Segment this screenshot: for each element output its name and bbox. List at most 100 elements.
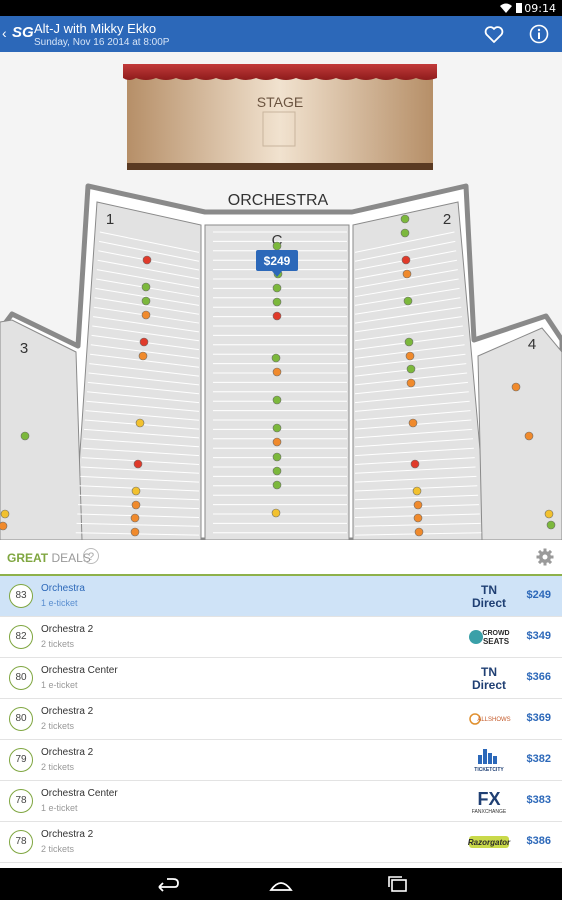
- listing-section: Orchestra Center: [41, 788, 118, 799]
- seat-dot[interactable]: [401, 255, 411, 265]
- status-bar: 09:14: [0, 0, 562, 16]
- seat-dot[interactable]: [410, 459, 420, 469]
- seat-dot[interactable]: [544, 509, 554, 519]
- seat-dot[interactable]: [271, 508, 281, 518]
- seat-dot[interactable]: [141, 310, 151, 320]
- seat-dot[interactable]: [414, 527, 424, 537]
- listing-row[interactable]: 79 Orchestra 2 2 tickets TICKETCITY $382: [0, 740, 562, 781]
- seat-dot[interactable]: [400, 214, 410, 224]
- seat-dot[interactable]: [142, 255, 152, 265]
- seat-dot[interactable]: [272, 437, 282, 447]
- seat-dot[interactable]: [0, 521, 8, 531]
- seat-dot[interactable]: [272, 452, 282, 462]
- seat-dot[interactable]: [135, 418, 145, 428]
- seat-dot[interactable]: [139, 337, 149, 347]
- seat-map-graphic[interactable]: STAGE ORCHESTRA 1 23 4C $249: [0, 52, 562, 540]
- seat-dot[interactable]: [404, 337, 414, 347]
- deal-score: 82: [9, 625, 33, 649]
- listing-section: Orchestra: [41, 583, 85, 594]
- seat-dot[interactable]: [130, 527, 140, 537]
- listing-price: $386: [526, 835, 551, 847]
- nav-recents-icon[interactable]: [384, 874, 412, 894]
- listing-row[interactable]: 82 Orchestra 2 2 tickets CROWD SEATS $349: [0, 617, 562, 658]
- seat-dot[interactable]: [133, 459, 143, 469]
- seat-dot[interactable]: [272, 466, 282, 476]
- seat-dot[interactable]: [272, 423, 282, 433]
- seat-dot[interactable]: [131, 500, 141, 510]
- listing-tickets: 1 e-ticket: [41, 598, 78, 608]
- seat-section[interactable]: [477, 327, 562, 540]
- section-number: 4: [528, 336, 536, 353]
- listing-row[interactable]: 80 Orchestra Center 1 e-ticket TN Direct $366: [0, 658, 562, 699]
- seat-dot[interactable]: [272, 297, 282, 307]
- seat-dot[interactable]: [511, 382, 521, 392]
- info-icon[interactable]: [528, 23, 550, 45]
- seat-dot[interactable]: [272, 311, 282, 321]
- seat-dot[interactable]: [130, 513, 140, 523]
- listing-price: $382: [526, 753, 551, 765]
- listing-row[interactable]: 78 Orchestra 2 2 tickets Razorgator $386: [0, 822, 562, 863]
- status-time: 09:14: [524, 2, 556, 15]
- seat-dot[interactable]: [405, 351, 415, 361]
- price-tooltip-label: $249: [264, 254, 291, 268]
- listing-row[interactable]: 78 Orchestra Center 1 e-ticket FX FANXCHANGE…: [0, 781, 562, 822]
- vendor-logo: Razorgator: [468, 836, 511, 848]
- listing-section: Orchestra 2: [41, 624, 94, 635]
- section-number: 3: [20, 340, 28, 357]
- heart-icon[interactable]: [483, 23, 505, 45]
- seat-dot[interactable]: [524, 431, 534, 441]
- svg-text:Direct: Direct: [472, 678, 506, 692]
- system-nav-bar: [0, 868, 562, 900]
- seat-dot[interactable]: [406, 364, 416, 374]
- seat-dot[interactable]: [271, 353, 281, 363]
- seat-dot[interactable]: [408, 418, 418, 428]
- svg-text:ALLSHOWS: ALLSHOWS: [477, 717, 510, 723]
- seat-dot[interactable]: [400, 228, 410, 238]
- stage-label: STAGE: [257, 94, 303, 110]
- deals-title: GREAT DEALS: [7, 551, 91, 565]
- seat-dot[interactable]: [272, 283, 282, 293]
- deal-score: 83: [9, 584, 33, 608]
- seat-dot[interactable]: [412, 486, 422, 496]
- seat-dot[interactable]: [406, 378, 416, 388]
- vendor-logo: FXFANXCHANGE: [472, 789, 507, 815]
- stage: STAGE: [123, 64, 437, 170]
- seat-dot[interactable]: [272, 395, 282, 405]
- back-icon[interactable]: ‹: [2, 25, 7, 41]
- seat-dot[interactable]: [141, 296, 151, 306]
- seat-dot[interactable]: [138, 351, 148, 361]
- seat-dot[interactable]: [272, 367, 282, 377]
- seat-dot[interactable]: [272, 480, 282, 490]
- deal-score: 78: [9, 789, 33, 813]
- seat-section[interactable]: [0, 319, 83, 540]
- listing-price: $249: [526, 589, 551, 601]
- seat-dot[interactable]: [413, 500, 423, 510]
- seat-dot[interactable]: [0, 509, 10, 519]
- listing-row[interactable]: 83 Orchestra 1 e-ticket TN Direct $249: [0, 576, 562, 617]
- deal-score: 80: [9, 666, 33, 690]
- seat-dot[interactable]: [141, 282, 151, 292]
- seat-dot[interactable]: [272, 241, 282, 251]
- seat-dot[interactable]: [413, 513, 423, 523]
- nav-home-icon[interactable]: [267, 874, 295, 894]
- nav-back-icon[interactable]: [153, 874, 181, 894]
- deals-list: 83 Orchestra 1 e-ticket TN Direct $249 82 Orche…: [0, 576, 562, 863]
- seat-dot[interactable]: [403, 296, 413, 306]
- listing-tickets: 1 e-ticket: [41, 803, 78, 813]
- seat-dot[interactable]: [402, 269, 412, 279]
- seat-dot[interactable]: [546, 520, 556, 530]
- help-icon[interactable]: ?: [83, 548, 99, 564]
- seat-dot[interactable]: [131, 486, 141, 496]
- listing-section: Orchestra 2: [41, 747, 94, 758]
- app-logo[interactable]: SG: [12, 24, 34, 41]
- svg-text:Direct: Direct: [472, 596, 506, 610]
- svg-text:TN: TN: [481, 665, 497, 679]
- seat-map[interactable]: STAGE ORCHESTRA 1234C $249: [0, 52, 562, 540]
- vendor-logo: TICKETCITY: [474, 749, 504, 773]
- orchestra-label: ORCHESTRA: [228, 192, 329, 209]
- gear-icon[interactable]: [536, 548, 554, 566]
- listing-price: $383: [526, 794, 551, 806]
- seat-dot[interactable]: [20, 431, 30, 441]
- deal-score: 78: [9, 830, 33, 854]
- listing-row[interactable]: 80 Orchestra 2 2 tickets ALLSHOWS $369: [0, 699, 562, 740]
